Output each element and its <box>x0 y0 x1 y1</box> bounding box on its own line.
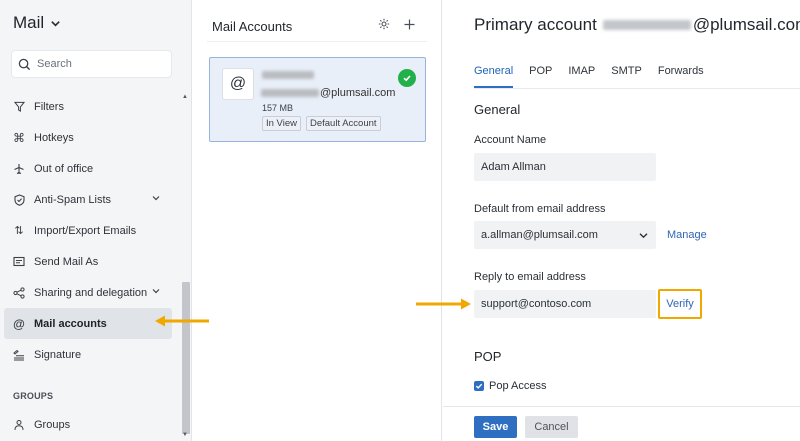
tab-imap[interactable]: IMAP <box>568 65 595 88</box>
sidebar-item-out-of-office[interactable]: Out of office <box>4 153 172 184</box>
chevron-down-icon <box>152 196 160 201</box>
general-heading: General <box>474 102 521 117</box>
sidebar-item-label: Sharing and delegation <box>34 286 148 299</box>
sidebar-item-label: Signature <box>34 348 82 361</box>
account-name-label: Account Name <box>474 134 547 146</box>
mail-accounts-panel: Mail Accounts @ @plumsail.com 157 MB In … <box>193 0 442 441</box>
sidebar-item-label: Out of office <box>34 162 94 175</box>
page-title: Primary account @plumsail.com <box>474 15 800 35</box>
settings-sidebar: Mail Filters ⌘ Hotkeys Out of office Ant… <box>0 0 192 441</box>
divider <box>443 406 800 407</box>
scroll-down-arrow[interactable]: ▼ <box>182 432 188 438</box>
pop-access-label: Pop Access <box>489 380 547 392</box>
sidebar-item-label: Hotkeys <box>34 131 74 144</box>
divider <box>207 41 427 42</box>
pop-heading: POP <box>474 349 502 364</box>
sidebar-item-import-export[interactable]: ⇅ Import/Export Emails <box>4 215 172 246</box>
search-icon <box>18 58 31 70</box>
account-name-value: Adam Allman <box>481 161 546 173</box>
redacted-email-user <box>261 89 319 97</box>
in-view-badge: In View <box>262 116 301 131</box>
sidebar-item-hotkeys[interactable]: ⌘ Hotkeys <box>4 122 172 153</box>
redacted-email-user <box>602 20 691 30</box>
settings-nav: Filters ⌘ Hotkeys Out of office Anti-Spa… <box>4 91 172 370</box>
account-name-field[interactable]: Adam Allman <box>474 153 656 181</box>
sidebar-item-label: Send Mail As <box>34 255 99 268</box>
reply-to-label: Reply to email address <box>474 271 586 283</box>
title-domain: @plumsail.com <box>692 15 800 34</box>
manage-link[interactable]: Manage <box>667 229 707 241</box>
sidebar-item-mail-accounts[interactable]: @ Mail accounts <box>4 308 172 339</box>
groups-heading: GROUPS <box>13 391 54 401</box>
chevron-down-icon <box>639 233 648 239</box>
sidebar-item-anti-spam[interactable]: Anti-Spam Lists <box>4 184 172 215</box>
tab-smtp[interactable]: SMTP <box>611 65 642 88</box>
pop-access-row: Pop Access <box>474 380 546 392</box>
groups-icon <box>13 419 25 431</box>
import-export-icon: ⇅ <box>14 225 24 237</box>
account-size: 157 MB <box>262 103 294 113</box>
send-as-icon <box>13 256 25 268</box>
at-icon: @ <box>13 316 25 331</box>
shield-icon <box>13 193 25 206</box>
at-icon: @ <box>222 68 254 100</box>
chevron-down-icon <box>51 20 60 27</box>
filter-icon <box>13 101 25 113</box>
sidebar-item-send-mail-as[interactable]: Send Mail As <box>4 246 172 277</box>
tab-bar: General POP IMAP SMTP Forwards <box>474 65 704 88</box>
sidebar-item-label: Import/Export Emails <box>34 224 137 237</box>
sidebar-item-label: Mail accounts <box>34 317 107 330</box>
sidebar-item-filters[interactable]: Filters <box>4 91 172 122</box>
reply-to-value: support@contoso.com <box>481 298 592 310</box>
default-account-badge: Default Account <box>305 116 381 131</box>
panel-title: Mail Accounts <box>212 19 293 34</box>
account-card[interactable]: @ @plumsail.com 157 MB In View Default A… <box>209 57 426 142</box>
title-prefix: Primary account <box>474 15 597 34</box>
cancel-button[interactable]: Cancel <box>525 416 578 438</box>
scroll-up-arrow[interactable]: ▲ <box>182 94 188 100</box>
app-title: Mail <box>13 13 45 32</box>
sidebar-scrollbar[interactable] <box>182 282 190 434</box>
sidebar-item-sharing[interactable]: Sharing and delegation <box>4 277 172 308</box>
gear-icon[interactable] <box>378 18 390 30</box>
search-input[interactable] <box>37 58 157 70</box>
share-icon <box>13 286 25 299</box>
sidebar-item-label: Filters <box>34 100 64 113</box>
verify-link[interactable]: Verify <box>658 289 702 319</box>
account-settings-panel: Primary account @plumsail.com General PO… <box>443 0 800 441</box>
app-switcher[interactable]: Mail <box>13 13 61 33</box>
chevron-down-icon <box>152 289 160 294</box>
annotation-arrow-left-icon <box>155 315 209 327</box>
divider <box>474 88 800 89</box>
save-button[interactable]: Save <box>474 416 517 438</box>
account-email-domain: @plumsail.com <box>320 87 396 99</box>
sidebar-item-label: Groups <box>34 418 71 431</box>
default-from-select[interactable]: a.allman@plumsail.com <box>474 221 656 249</box>
redacted-account-name <box>262 71 314 79</box>
check-circle-icon <box>398 69 416 87</box>
default-from-label: Default from email address <box>474 203 606 215</box>
reply-to-field[interactable]: support@contoso.com <box>474 290 656 318</box>
annotation-arrow-right-icon <box>416 298 471 310</box>
sidebar-item-label: Anti-Spam Lists <box>34 193 112 206</box>
command-icon: ⌘ <box>13 130 25 145</box>
search-box[interactable] <box>11 50 172 78</box>
tab-forwards[interactable]: Forwards <box>658 65 704 88</box>
sidebar-item-groups[interactable]: Groups <box>4 409 172 440</box>
add-account-icon[interactable] <box>404 19 415 30</box>
default-from-value: a.allman@plumsail.com <box>481 229 598 241</box>
tab-pop[interactable]: POP <box>529 65 552 88</box>
sidebar-item-signature[interactable]: Signature <box>4 339 172 370</box>
signature-icon <box>13 349 25 361</box>
account-email: @plumsail.com <box>261 87 395 99</box>
tab-general[interactable]: General <box>474 65 514 88</box>
plane-icon <box>13 163 25 175</box>
pop-access-checkbox[interactable] <box>474 381 484 391</box>
